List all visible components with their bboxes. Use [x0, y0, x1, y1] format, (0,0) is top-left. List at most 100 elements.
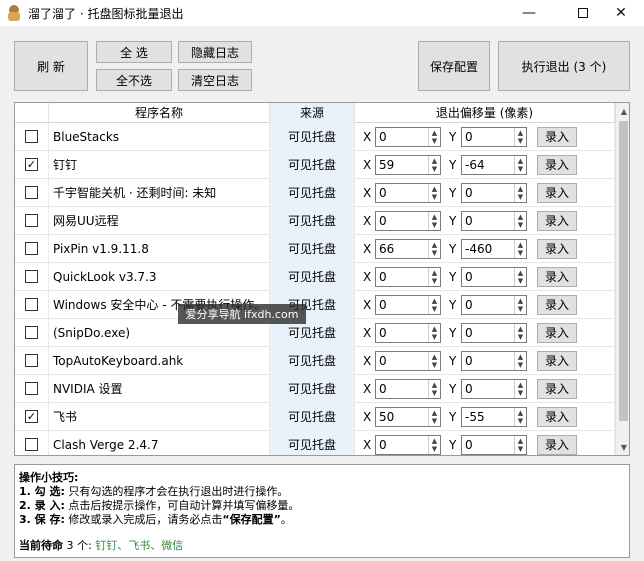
y-offset-value[interactable]: -55 [462, 410, 514, 424]
row-checkbox[interactable] [25, 270, 38, 283]
scroll-up-icon[interactable]: ▲ [616, 103, 629, 119]
row-checkbox[interactable] [25, 130, 38, 143]
spinner-arrows-icon[interactable]: ▲ ▼ [514, 239, 526, 258]
record-button[interactable]: 录入 [537, 322, 577, 343]
x-offset-value[interactable]: 0 [376, 382, 428, 396]
x-offset-value[interactable]: 66 [376, 242, 428, 256]
row-checkbox[interactable]: ✓ [25, 410, 38, 423]
table-row[interactable]: 网易UU远程 可见托盘 X 0 ▲ ▼ Y 0 ▲ ▼ 录入 [15, 206, 615, 235]
table-row[interactable]: ✓ 钉钉 可见托盘 X 59 ▲ ▼ Y -64 ▲ ▼ 录入 [15, 150, 615, 179]
y-offset-spinner[interactable]: 0 ▲ ▼ [461, 294, 527, 315]
row-checkbox[interactable]: ✓ [25, 158, 38, 171]
spinner-arrows-icon[interactable]: ▲ ▼ [514, 155, 526, 174]
spinner-arrows-icon[interactable]: ▲ ▼ [428, 211, 440, 230]
record-button[interactable]: 录入 [537, 182, 577, 203]
row-checkbox[interactable] [25, 438, 38, 451]
spinner-arrows-icon[interactable]: ▲ ▼ [428, 295, 440, 314]
table-row[interactable]: Clash Verge 2.4.7 可见托盘 X 0 ▲ ▼ Y 0 ▲ ▼ 录入 [15, 430, 615, 455]
y-offset-value[interactable]: 0 [462, 298, 514, 312]
header-offset[interactable]: 退出偏移量 (像素) [355, 103, 615, 123]
x-offset-spinner[interactable]: 0 ▲ ▼ [375, 210, 441, 231]
spinner-arrows-icon[interactable]: ▲ ▼ [428, 183, 440, 202]
select-none-button[interactable]: 全不选 [96, 69, 172, 91]
row-checkbox[interactable] [25, 382, 38, 395]
spinner-arrows-icon[interactable]: ▲ ▼ [428, 351, 440, 370]
y-offset-value[interactable]: 0 [462, 270, 514, 284]
record-button[interactable]: 录入 [537, 266, 577, 287]
spinner-arrows-icon[interactable]: ▲ ▼ [428, 435, 440, 454]
row-checkbox[interactable] [25, 354, 38, 367]
header-name[interactable]: 程序名称 [49, 103, 270, 123]
spinner-arrows-icon[interactable]: ▲ ▼ [428, 379, 440, 398]
spinner-arrows-icon[interactable]: ▲ ▼ [514, 127, 526, 146]
record-button[interactable]: 录入 [537, 350, 577, 371]
y-offset-spinner[interactable]: -64 ▲ ▼ [461, 154, 527, 175]
spinner-arrows-icon[interactable]: ▲ ▼ [514, 267, 526, 286]
spinner-arrows-icon[interactable]: ▲ ▼ [514, 295, 526, 314]
spinner-arrows-icon[interactable]: ▲ ▼ [514, 323, 526, 342]
spinner-arrows-icon[interactable]: ▲ ▼ [514, 435, 526, 454]
spinner-arrows-icon[interactable]: ▲ ▼ [428, 127, 440, 146]
x-offset-spinner[interactable]: 0 ▲ ▼ [375, 294, 441, 315]
minimize-button[interactable]: — [506, 0, 552, 26]
spinner-arrows-icon[interactable]: ▲ ▼ [514, 211, 526, 230]
x-offset-value[interactable]: 0 [376, 130, 428, 144]
spinner-arrows-icon[interactable]: ▲ ▼ [428, 323, 440, 342]
x-offset-value[interactable]: 0 [376, 214, 428, 228]
x-offset-value[interactable]: 59 [376, 158, 428, 172]
row-checkbox[interactable] [25, 298, 38, 311]
spinner-arrows-icon[interactable]: ▲ ▼ [514, 351, 526, 370]
record-button[interactable]: 录入 [537, 238, 577, 259]
table-row[interactable]: PixPin v1.9.11.8 可见托盘 X 66 ▲ ▼ Y -460 ▲ ▼ 录入 [15, 234, 615, 263]
spinner-arrows-icon[interactable]: ▲ ▼ [428, 407, 440, 426]
y-offset-spinner[interactable]: 0 ▲ ▼ [461, 322, 527, 343]
y-offset-spinner[interactable]: 0 ▲ ▼ [461, 434, 527, 455]
y-offset-value[interactable]: -460 [462, 242, 514, 256]
y-offset-value[interactable]: 0 [462, 382, 514, 396]
y-offset-value[interactable]: -64 [462, 158, 514, 172]
hide-log-button[interactable]: 隐藏日志 [178, 41, 252, 63]
spinner-arrows-icon[interactable]: ▲ ▼ [514, 183, 526, 202]
refresh-button[interactable]: 刷 新 [14, 41, 88, 91]
row-checkbox[interactable] [25, 326, 38, 339]
table-row[interactable]: NVIDIA 设置 可见托盘 X 0 ▲ ▼ Y 0 ▲ ▼ 录入 [15, 374, 615, 403]
x-offset-value[interactable]: 0 [376, 326, 428, 340]
x-offset-spinner[interactable]: 50 ▲ ▼ [375, 406, 441, 427]
x-offset-spinner[interactable]: 0 ▲ ▼ [375, 126, 441, 147]
record-button[interactable]: 录入 [537, 378, 577, 399]
x-offset-spinner[interactable]: 59 ▲ ▼ [375, 154, 441, 175]
x-offset-value[interactable]: 0 [376, 270, 428, 284]
y-offset-spinner[interactable]: 0 ▲ ▼ [461, 126, 527, 147]
row-checkbox[interactable] [25, 186, 38, 199]
x-offset-spinner[interactable]: 0 ▲ ▼ [375, 322, 441, 343]
y-offset-value[interactable]: 0 [462, 438, 514, 452]
record-button[interactable]: 录入 [537, 294, 577, 315]
x-offset-spinner[interactable]: 0 ▲ ▼ [375, 434, 441, 455]
y-offset-spinner[interactable]: 0 ▲ ▼ [461, 266, 527, 287]
table-row[interactable]: (SnipDo.exe) 可见托盘 X 0 ▲ ▼ Y 0 ▲ ▼ 录入 [15, 318, 615, 347]
x-offset-value[interactable]: 0 [376, 354, 428, 368]
y-offset-value[interactable]: 0 [462, 354, 514, 368]
y-offset-spinner[interactable]: 0 ▲ ▼ [461, 350, 527, 371]
table-row[interactable]: QuickLook v3.7.3 可见托盘 X 0 ▲ ▼ Y 0 ▲ ▼ 录入 [15, 262, 615, 291]
record-button[interactable]: 录入 [537, 126, 577, 147]
y-offset-value[interactable]: 0 [462, 214, 514, 228]
table-row[interactable]: ✓ 飞书 可见托盘 X 50 ▲ ▼ Y -55 ▲ ▼ 录入 [15, 402, 615, 431]
table-row[interactable]: TopAutoKeyboard.ahk 可见托盘 X 0 ▲ ▼ Y 0 ▲ ▼ 录入 [15, 346, 615, 375]
table-row[interactable]: 千宇智能关机 · 还剩时间: 未知 可见托盘 X 0 ▲ ▼ Y 0 ▲ ▼ 录入 [15, 178, 615, 207]
y-offset-spinner[interactable]: 0 ▲ ▼ [461, 182, 527, 203]
scroll-thumb[interactable] [619, 121, 628, 421]
x-offset-spinner[interactable]: 66 ▲ ▼ [375, 238, 441, 259]
x-offset-value[interactable]: 0 [376, 298, 428, 312]
x-offset-spinner[interactable]: 0 ▲ ▼ [375, 182, 441, 203]
row-checkbox[interactable] [25, 214, 38, 227]
y-offset-spinner[interactable]: 0 ▲ ▼ [461, 378, 527, 399]
spinner-arrows-icon[interactable]: ▲ ▼ [514, 379, 526, 398]
x-offset-value[interactable]: 50 [376, 410, 428, 424]
select-all-button[interactable]: 全 选 [96, 41, 172, 63]
record-button[interactable]: 录入 [537, 210, 577, 231]
scroll-down-icon[interactable]: ▼ [616, 439, 629, 455]
y-offset-value[interactable]: 0 [462, 186, 514, 200]
clear-log-button[interactable]: 清空日志 [178, 69, 252, 91]
x-offset-spinner[interactable]: 0 ▲ ▼ [375, 266, 441, 287]
